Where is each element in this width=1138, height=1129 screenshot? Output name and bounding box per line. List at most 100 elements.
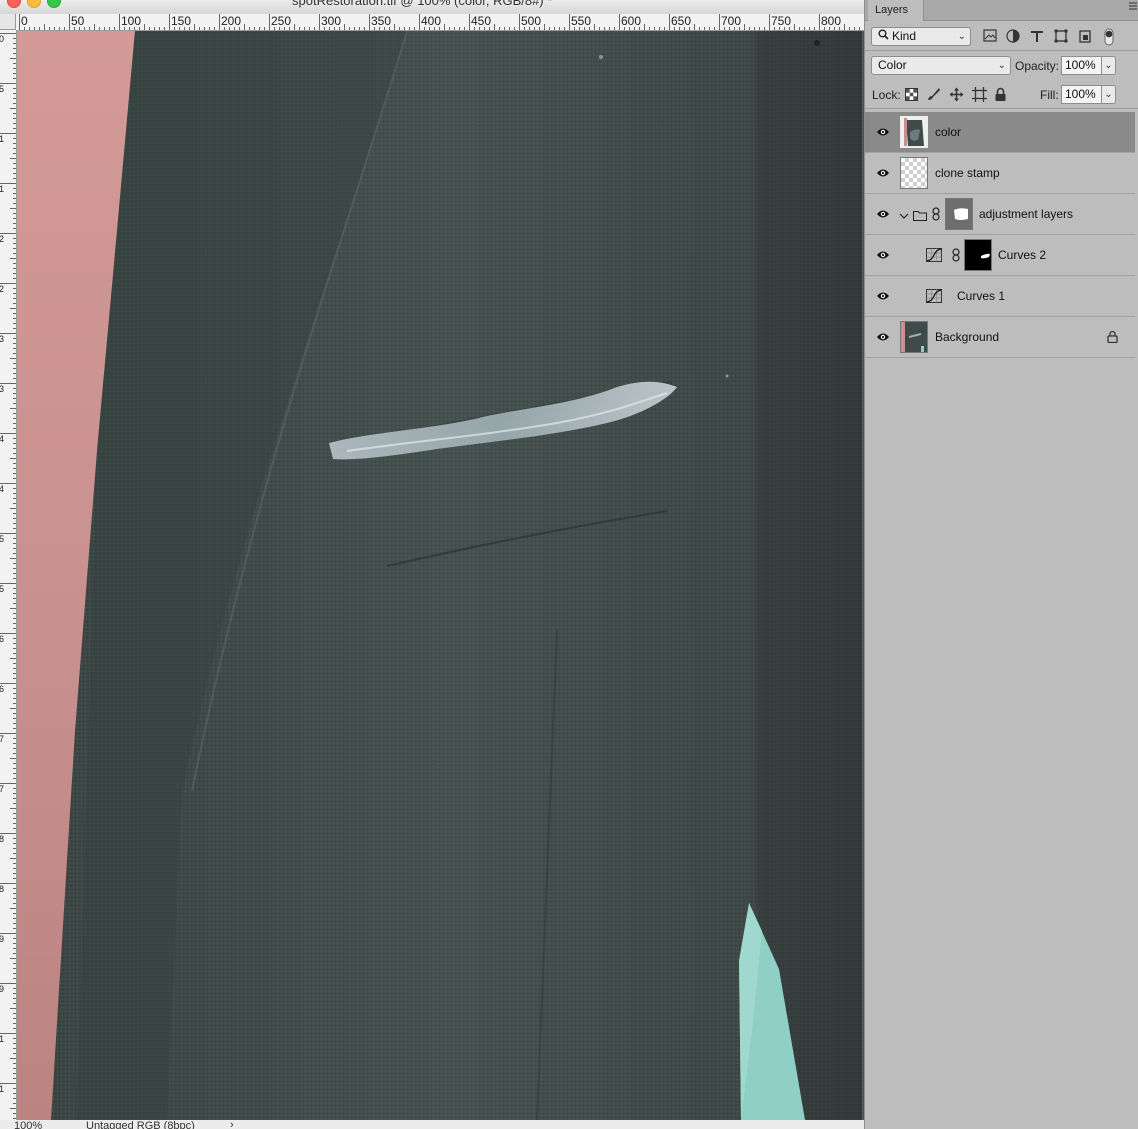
ruler-tick xyxy=(549,27,550,30)
shape-filter-icon[interactable] xyxy=(1054,29,1070,45)
ruler-tick xyxy=(13,893,16,894)
ruler-tick xyxy=(13,453,16,454)
opacity-dropdown-button[interactable]: ⌄ xyxy=(1101,56,1116,75)
ruler-tick xyxy=(439,27,440,30)
filter-toggle-icon[interactable] xyxy=(1104,28,1120,46)
layer-name[interactable]: adjustment layers xyxy=(979,207,1073,221)
layer-name[interactable]: color xyxy=(935,125,961,139)
ruler-tick xyxy=(394,24,395,30)
layer-name[interactable]: Curves 1 xyxy=(957,289,1005,303)
blend-mode-select[interactable]: Color ⌄ xyxy=(871,56,1011,75)
adjustment-filter-icon[interactable] xyxy=(1006,29,1022,45)
vertical-ruler[interactable]: 0 5 1 1 2 2 3 3 4 4 5 5 6 6 7 7 8 8 9 9 1 1 xyxy=(0,30,17,1120)
ruler-tick xyxy=(184,27,185,30)
document-canvas[interactable] xyxy=(17,31,862,1120)
panel-tab-bar: Layers xyxy=(865,0,1138,21)
chevron-down-icon: ⌄ xyxy=(957,31,966,42)
ruler-tick xyxy=(59,27,60,30)
ruler-tick xyxy=(13,863,16,864)
search-icon xyxy=(878,28,889,45)
curves-adjustment-icon[interactable] xyxy=(926,248,942,262)
filter-kind-select[interactable]: Kind ⌄ xyxy=(871,27,971,46)
zoom-level[interactable]: 100% xyxy=(14,1121,42,1129)
eye-icon[interactable] xyxy=(876,125,890,137)
ruler-tick xyxy=(564,27,565,30)
ruler-tick xyxy=(624,27,625,30)
eye-icon[interactable] xyxy=(876,207,890,219)
window-minimize-button[interactable] xyxy=(27,0,41,8)
ruler-tick xyxy=(294,24,295,30)
ruler-label: 800 xyxy=(821,14,842,28)
ruler-tick xyxy=(304,27,305,30)
ruler-tick xyxy=(10,658,16,659)
ruler-tick xyxy=(13,503,16,504)
ruler-tick xyxy=(579,27,580,30)
status-menu-arrow[interactable]: › xyxy=(230,1120,234,1129)
ruler-tick xyxy=(754,27,755,30)
ruler-tick xyxy=(13,298,16,299)
ruler-tick xyxy=(10,1058,16,1059)
ruler-tick xyxy=(13,628,16,629)
curves-adjustment-icon[interactable] xyxy=(926,289,942,303)
layer-row-curves-1[interactable]: Curves 1 xyxy=(865,276,1135,317)
layer-row-color[interactable]: color xyxy=(865,112,1135,153)
smart-object-filter-icon[interactable] xyxy=(1078,29,1094,45)
layer-row-background[interactable]: Background xyxy=(865,317,1135,358)
window-close-button[interactable] xyxy=(7,0,21,8)
ruler-tick xyxy=(10,558,16,559)
ruler-tick xyxy=(13,463,16,464)
lock-artboard-icon[interactable] xyxy=(972,87,988,103)
document-title-bar: spotRestoration.tif @ 100% (color, RGB/8… xyxy=(0,0,864,14)
ruler-tick xyxy=(504,27,505,30)
ruler-tick xyxy=(13,623,16,624)
type-filter-icon[interactable] xyxy=(1030,29,1046,45)
layer-row-adjustment-layers[interactable]: adjustment layers xyxy=(865,194,1135,235)
window-zoom-button[interactable] xyxy=(47,0,61,8)
layer-row-clone-stamp[interactable]: clone stamp xyxy=(865,153,1135,194)
ruler-tick xyxy=(479,27,480,30)
tab-layers[interactable]: Layers xyxy=(868,0,924,21)
ruler-tick xyxy=(13,698,16,699)
ruler-label: 4 xyxy=(0,485,4,494)
document-title: spotRestoration.tif @ 100% (color, RGB/8… xyxy=(292,0,553,8)
lock-image-pixels-icon[interactable] xyxy=(927,87,943,103)
eye-icon[interactable] xyxy=(876,330,890,342)
fill-input[interactable]: 100% xyxy=(1061,85,1103,104)
ruler-tick xyxy=(13,413,16,414)
ruler-origin[interactable] xyxy=(0,14,16,30)
ruler-tick xyxy=(424,27,425,30)
lock-label: Lock: xyxy=(872,88,901,102)
eye-icon[interactable] xyxy=(876,248,890,260)
ruler-tick xyxy=(13,1038,16,1039)
ruler-tick xyxy=(619,14,620,30)
opacity-input[interactable]: 100% xyxy=(1061,56,1103,75)
panel-menu-icon[interactable] xyxy=(1129,2,1137,13)
ruler-tick xyxy=(13,713,16,714)
layer-name[interactable]: Curves 2 xyxy=(998,248,1046,262)
ruler-tick xyxy=(13,278,16,279)
ruler-tick xyxy=(13,923,16,924)
layer-name[interactable]: clone stamp xyxy=(935,166,1000,180)
layer-row-curves-2[interactable]: Curves 2 xyxy=(865,235,1135,276)
layer-name[interactable]: Background xyxy=(935,330,999,344)
lock-transparent-pixels-icon[interactable] xyxy=(905,88,921,104)
ruler-tick xyxy=(269,14,270,30)
horizontal-ruler[interactable]: 0 50 100 150 200 250 300 350 400 450 500 550 600 650 7… xyxy=(16,14,864,31)
ruler-tick xyxy=(539,27,540,30)
lock-position-icon[interactable] xyxy=(949,87,965,103)
ruler-tick xyxy=(13,73,16,74)
mask-thumbnail[interactable] xyxy=(945,198,973,230)
ruler-label: 350 xyxy=(371,14,392,28)
ruler-tick xyxy=(13,228,16,229)
ruler-tick xyxy=(13,1103,16,1104)
pixel-filter-icon[interactable] xyxy=(983,29,999,45)
mask-thumbnail[interactable] xyxy=(964,239,992,271)
lock-all-icon[interactable] xyxy=(994,87,1010,103)
eye-icon[interactable] xyxy=(876,166,890,178)
photo-image xyxy=(17,31,862,1120)
blend-mode-value: Color xyxy=(878,58,907,72)
eye-icon[interactable] xyxy=(876,289,890,301)
lock-icon[interactable] xyxy=(1107,330,1123,344)
ruler-tick xyxy=(659,27,660,30)
fill-dropdown-button[interactable]: ⌄ xyxy=(1101,85,1116,104)
